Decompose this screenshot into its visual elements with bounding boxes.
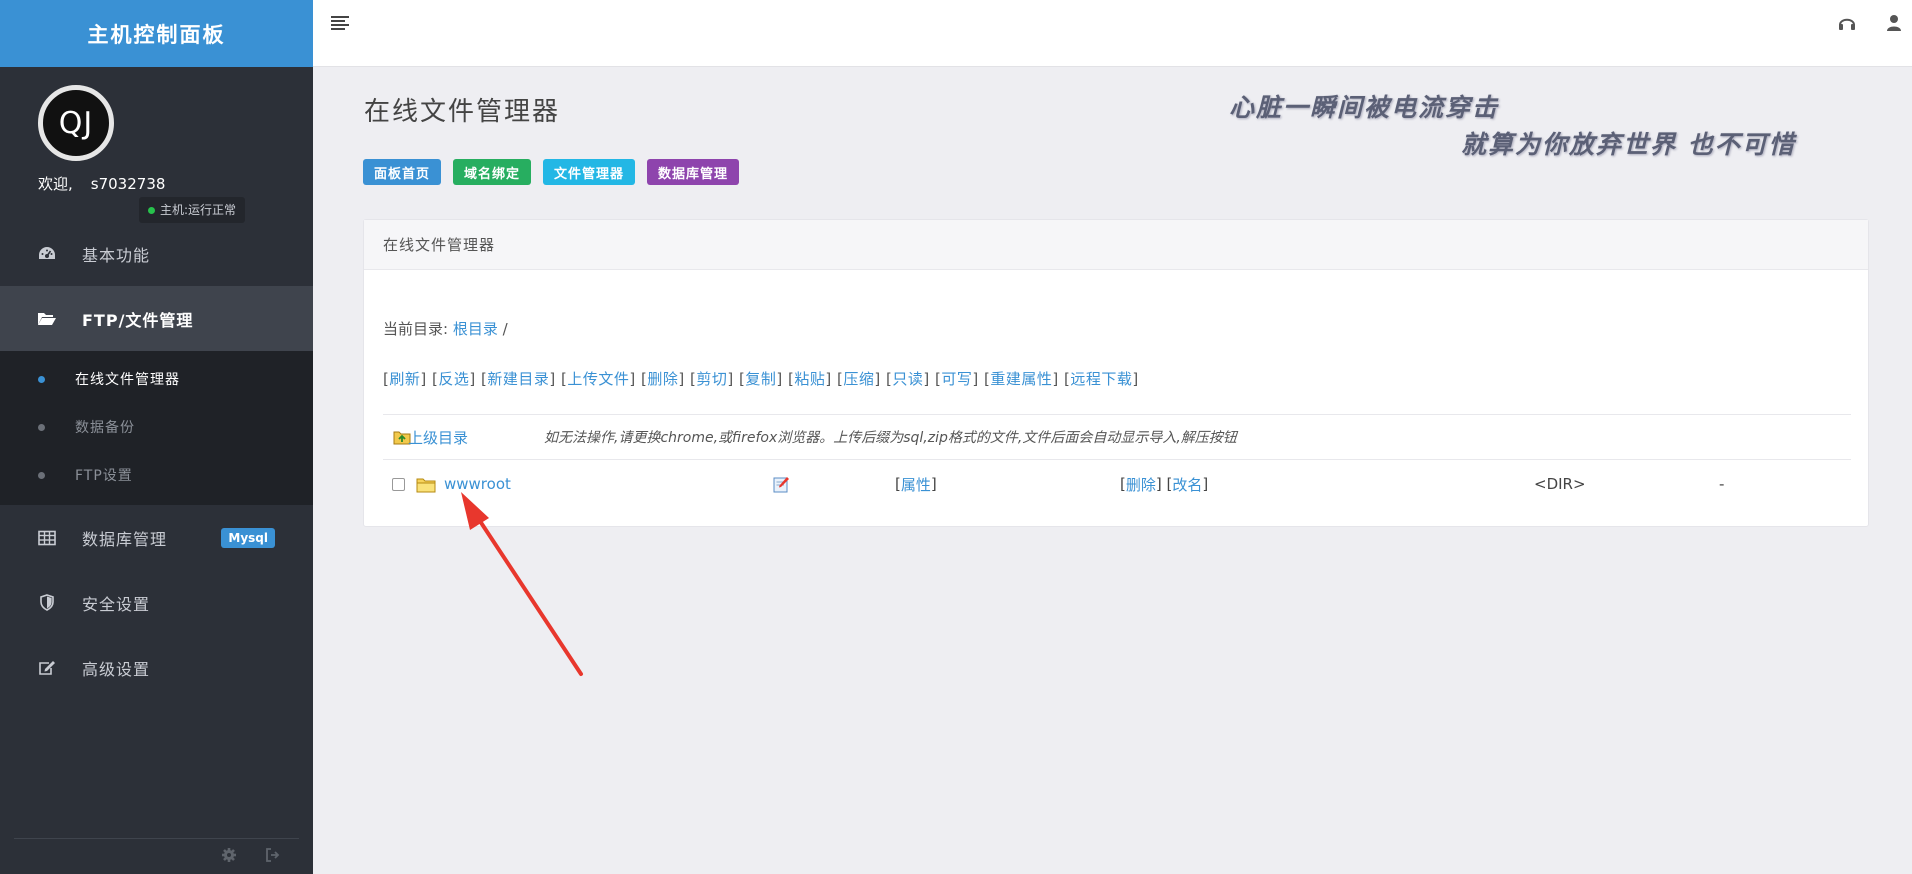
action-invert-select[interactable]: 反选 [438,370,469,388]
sidebar-item-label: FTP/文件管理 [82,310,194,330]
status-dot-icon [148,207,155,214]
status-text: 主机:运行正常 [160,203,237,217]
quick-link-domain[interactable]: 域名绑定 [453,159,532,185]
action-rebuild-attrs[interactable]: 重建属性 [990,370,1052,388]
action-toolbar: [刷新] [反选] [新建目录] [上传文件] [删除] [剪切] [复制] [… [383,370,1139,388]
bullet-icon [38,471,45,479]
sidebar-item-database[interactable]: 数据库管理 Mysql [0,505,313,570]
edit-icon [36,657,58,679]
sidebar-item-advanced[interactable]: 高级设置 [0,635,313,700]
action-remote-download[interactable]: 远程下载 [1070,370,1132,388]
menu-toggle-icon[interactable] [331,15,349,35]
ftp-submenu: 在线文件管理器 数据备份 FTP设置 [0,351,313,505]
action-refresh[interactable]: 刷新 [389,370,420,388]
action-copy[interactable]: 复制 [745,370,776,388]
action-paste[interactable]: 粘贴 [794,370,825,388]
folder-open-icon [36,308,58,330]
page-title: 在线文件管理器 [364,97,561,127]
edit-file-icon[interactable] [773,460,790,508]
welcome-label: 欢迎, [38,175,73,193]
sidebar-item-label: 数据库管理 [82,529,168,549]
quick-link-file-manager[interactable]: 文件管理器 [543,159,636,185]
curdir-label: 当前目录: [383,320,449,338]
action-delete[interactable]: 删除 [647,370,678,388]
props-link[interactable]: 属性 [901,474,931,495]
sidebar-footer [14,838,299,874]
username: s7032738 [90,175,166,193]
row-checkbox[interactable] [392,460,405,508]
status-badge: 主机:运行正常 [139,197,246,223]
shield-icon [36,592,58,614]
headphones-icon[interactable] [1838,14,1856,36]
quote-line-2: 就算为你放弃世界 也不可惜 [1461,130,1796,159]
bullet-icon [38,375,45,383]
curdir-separator: / [502,320,508,338]
topbar-actions [1838,14,1912,36]
action-upload[interactable]: 上传文件 [567,370,629,388]
action-cut[interactable]: 剪切 [696,370,727,388]
submenu-item-label: 数据备份 [75,420,135,436]
avatar[interactable]: QJ [38,85,114,161]
sidebar-item-ftp[interactable]: FTP/文件管理 [0,286,313,351]
action-writable[interactable]: 可写 [941,370,972,388]
sidebar-item-label: 基本功能 [82,245,151,265]
brand-title[interactable]: 主机控制面板 [0,0,313,67]
logout-icon[interactable] [265,847,281,867]
sidebar-item-label: 高级设置 [82,659,151,679]
current-directory: 当前目录: 根目录 / [383,318,508,339]
file-name-link[interactable]: wwwroot [444,460,511,508]
user-icon[interactable] [1886,14,1902,36]
props-cell: [属性] [895,474,937,495]
panel-heading: 在线文件管理器 [364,220,1868,270]
submenu-item-label: FTP设置 [75,468,133,484]
quote-line-1: 心脏一瞬间被电流穿击 [1229,93,1500,122]
sidebar-item-label: 安全设置 [82,594,151,614]
parent-dir-row: 上级目录 如无法操作,请更换chrome,或firefox浏览器。上传后缀为sq… [383,414,1851,460]
table-row: wwwroot [属性] [删除] [改名] <DIR> - [383,460,1851,508]
profile-block: QJ 欢迎, s7032738 主机:运行正常 [0,67,313,223]
action-compress[interactable]: 压缩 [843,370,874,388]
dashboard-icon [36,243,58,265]
sidebar-item-basic[interactable]: 基本功能 [0,221,313,286]
parent-dir-link[interactable]: 上级目录 [408,415,468,459]
mysql-badge: Mysql [221,528,275,548]
quick-link-dashboard[interactable]: 面板首页 [363,159,442,185]
quick-links: 面板首页 域名绑定 文件管理器 数据库管理 [363,159,740,185]
row-actions: [删除] [改名] [1120,474,1209,495]
file-manager-panel: 在线文件管理器 当前目录: 根目录 / [刷新] [反选] [新建目录] [上传… [363,219,1869,527]
delete-link[interactable]: 删除 [1126,474,1156,495]
welcome-text: 欢迎, s7032738 [38,173,165,194]
action-readonly[interactable]: 只读 [892,370,923,388]
bullet-icon [38,423,45,431]
main-content: 在线文件管理器 心脏一瞬间被电流穿击 就算为你放弃世界 也不可惜 面板首页 域名… [313,67,1912,874]
sidebar: 主机控制面板 QJ 欢迎, s7032738 主机:运行正常 基本功能 FTP/文… [0,0,313,874]
file-table: 上级目录 如无法操作,请更换chrome,或firefox浏览器。上传后缀为sq… [383,414,1851,508]
action-new-folder[interactable]: 新建目录 [487,370,549,388]
submenu-item-backup[interactable]: 数据备份 [0,403,313,451]
topbar [313,0,1912,67]
sidebar-item-security[interactable]: 安全设置 [0,570,313,635]
submenu-item-ftp-settings[interactable]: FTP设置 [0,451,313,499]
table-icon [36,527,58,549]
submenu-item-file-manager[interactable]: 在线文件管理器 [0,355,313,403]
folder-icon[interactable] [416,460,436,508]
curdir-root-link[interactable]: 根目录 [453,320,498,338]
rename-link[interactable]: 改名 [1172,474,1202,495]
file-type: <DIR> [1534,475,1586,493]
browser-hint: 如无法操作,请更换chrome,或firefox浏览器。上传后缀为sql,zip… [544,430,1237,446]
submenu-item-label: 在线文件管理器 [75,372,180,388]
gear-icon[interactable] [221,847,237,867]
file-size: - [1719,475,1725,493]
quick-link-database[interactable]: 数据库管理 [647,159,740,185]
